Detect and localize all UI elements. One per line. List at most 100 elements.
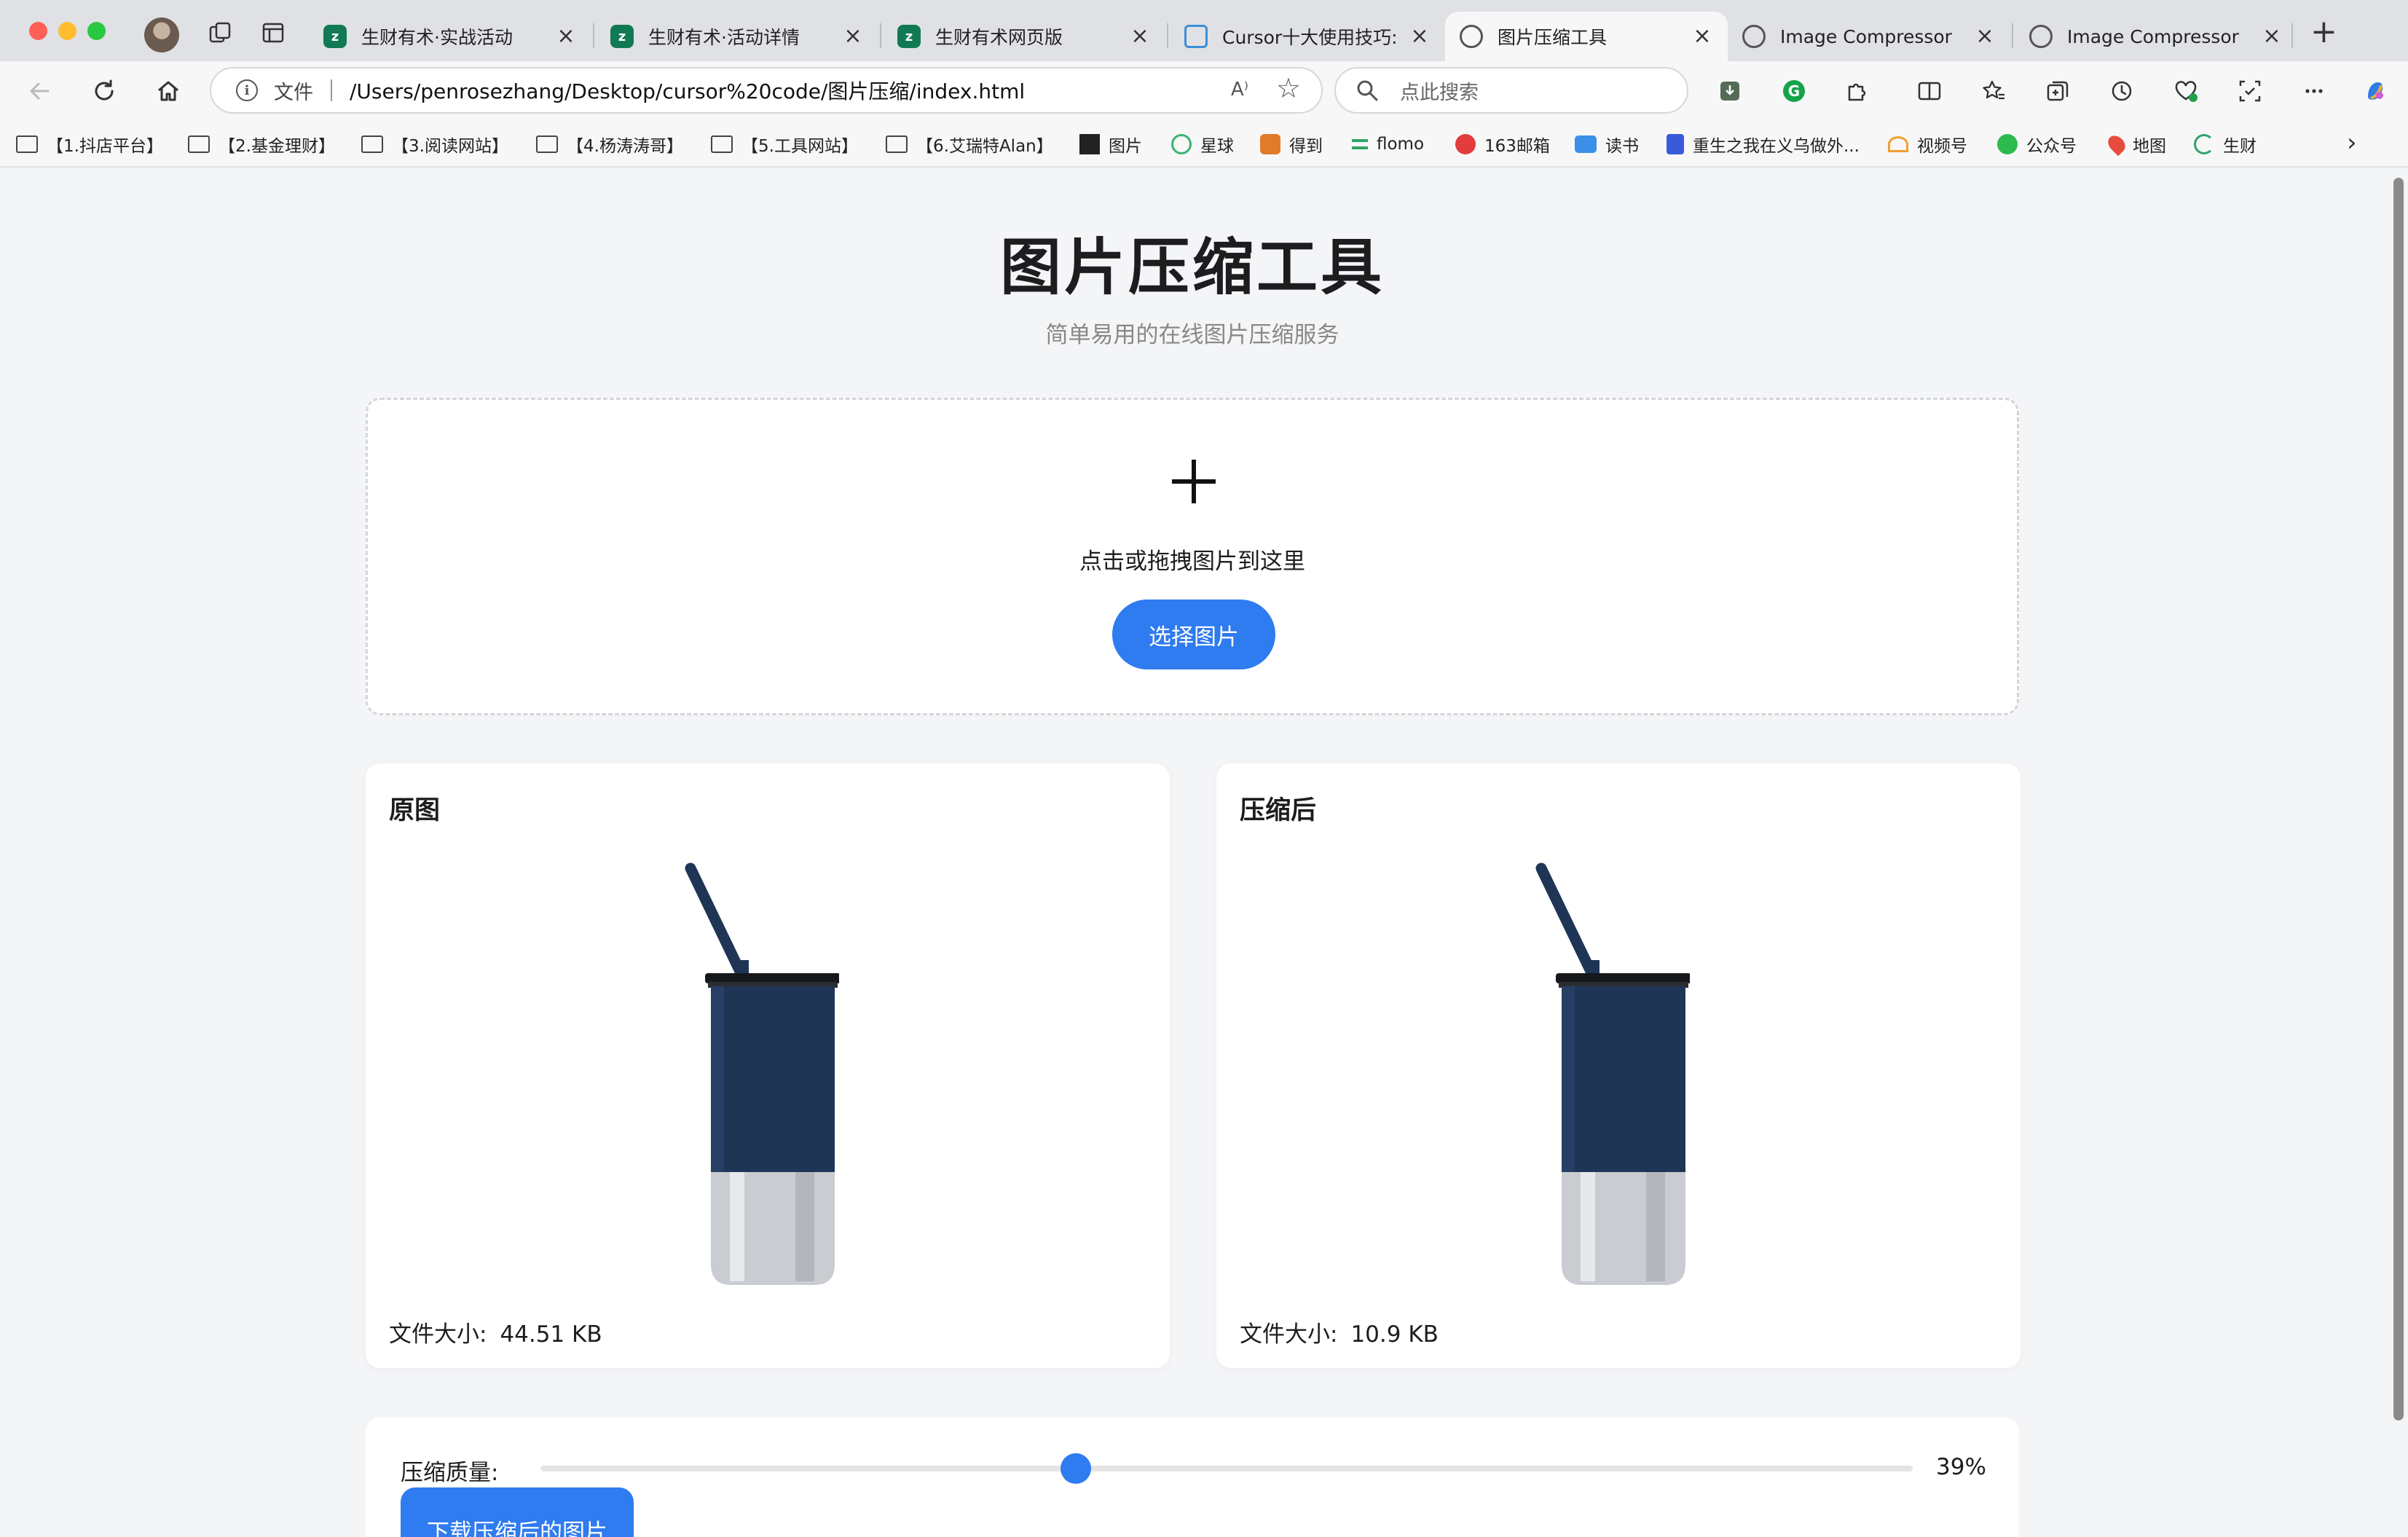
upload-dropzone[interactable]: 点击或拖拽图片到这里 选择图片 <box>366 398 2019 715</box>
bookmark-folder-2[interactable]: 【2.基金理财】 <box>188 130 335 159</box>
close-icon[interactable]: × <box>842 25 864 47</box>
read-aloud-icon[interactable]: A⁾ <box>1231 79 1248 101</box>
quality-value: 39% <box>1936 1454 1986 1480</box>
close-icon[interactable]: × <box>1129 25 1151 47</box>
bookmark-folder-4[interactable]: 【4.杨涛涛哥】 <box>536 130 683 159</box>
screenshot-icon[interactable] <box>2236 77 2264 105</box>
window-maximize-button[interactable] <box>87 22 106 40</box>
bookmark-label: 得到 <box>1289 137 1323 156</box>
bookmark-yiwu-doc[interactable]: 重生之我在义乌做外... <box>1667 130 1860 159</box>
bookmark-flomo[interactable]: flomo <box>1352 130 1424 159</box>
tumbler-photo <box>1535 862 1690 1285</box>
tab-shengcai-activity[interactable]: z 生财有术·实战活动 × <box>309 12 591 61</box>
quality-slider[interactable] <box>540 1453 1913 1484</box>
collections-icon[interactable] <box>2044 77 2071 105</box>
bookmark-wechat[interactable]: 公众号 <box>1997 130 2077 159</box>
bookmark-map[interactable]: 地图 <box>2104 130 2166 159</box>
bookmark-reading[interactable]: 读书 <box>1575 130 1639 159</box>
folder-icon <box>711 135 733 153</box>
search-icon <box>1357 80 1378 101</box>
more-menu-icon[interactable] <box>2300 77 2328 105</box>
download-compressed-button[interactable]: 下载压缩后的图片 <box>401 1487 634 1537</box>
close-icon[interactable]: × <box>555 25 577 47</box>
back-button[interactable] <box>25 76 55 106</box>
compressed-image-card: 压缩后 文件大小: 10.9 KB <box>1216 763 2021 1368</box>
tab-title: 生财有术网页版 <box>935 27 1063 48</box>
bookmark-163mail[interactable]: 163邮箱 <box>1455 130 1550 159</box>
bookmark-planet[interactable]: 星球 <box>1171 130 1234 159</box>
card-title: 压缩后 <box>1240 796 1317 825</box>
bookmark-folder-3[interactable]: 【3.阅读网站】 <box>361 130 508 159</box>
new-tab-button[interactable]: + <box>2310 16 2337 48</box>
bilibili-favicon <box>1184 25 1208 48</box>
copilot-icon[interactable] <box>2361 77 2389 105</box>
workspaces-icon[interactable] <box>208 20 233 45</box>
bookmark-label: 地图 <box>2133 137 2166 156</box>
grammarly-icon[interactable]: G <box>1780 77 1808 105</box>
favorite-star-icon[interactable]: ☆ <box>1276 74 1301 102</box>
tab-shengcai-detail[interactable]: z 生财有术·活动详情 × <box>596 12 878 61</box>
close-icon[interactable]: × <box>1409 25 1431 47</box>
bookmark-label: 【4.杨涛涛哥】 <box>567 137 683 156</box>
bookmark-folder-6[interactable]: 【6.艾瑞特Alan】 <box>886 130 1053 159</box>
tab-image-compressor-1[interactable]: Image Compressor × <box>1728 12 2010 61</box>
tab-image-compress-tool[interactable]: 图片压缩工具 × <box>1445 12 1728 61</box>
bookmark-label: 【2.基金理财】 <box>219 137 335 156</box>
history-icon[interactable] <box>2108 77 2136 105</box>
tab-title: 生财有术·实战活动 <box>361 27 513 48</box>
folder-icon <box>16 135 38 153</box>
card-title: 原图 <box>389 796 441 825</box>
favorites-icon[interactable] <box>1980 77 2007 105</box>
home-button[interactable] <box>153 76 184 106</box>
bookmark-label: 生财 <box>2223 137 2256 156</box>
doc-icon <box>1667 134 1684 154</box>
health-heart-icon[interactable] <box>2172 77 2200 105</box>
bookmark-folder-5[interactable]: 【5.工具网站】 <box>711 130 858 159</box>
tab-title: 图片压缩工具 <box>1498 27 1608 48</box>
scrollbar-thumb[interactable] <box>2393 178 2404 1420</box>
bookmark-dedao[interactable]: 得到 <box>1260 130 1323 159</box>
bookmark-label: 星球 <box>1200 137 1234 156</box>
bookmark-label: 图片 <box>1109 137 1142 156</box>
bookmark-label: flomo <box>1377 135 1425 154</box>
tab-shengcai-web[interactable]: z 生财有术网页版 × <box>883 12 1165 61</box>
tab-image-compressor-2[interactable]: Image Compressor × <box>2015 12 2297 61</box>
quality-slider-thumb[interactable] <box>1060 1453 1091 1484</box>
reload-button[interactable] <box>89 76 119 106</box>
tab-title: Image Compressor <box>1780 25 1952 47</box>
bookmark-channels[interactable]: 视频号 <box>1888 130 1967 159</box>
address-bar[interactable]: i 文件 /Users/penrosezhang/Desktop/cursor%… <box>210 67 1323 114</box>
bookmark-images[interactable]: 图片 <box>1079 130 1142 159</box>
window-close-button[interactable] <box>29 22 47 40</box>
shengcai-favicon: z <box>897 25 921 48</box>
search-box[interactable]: 点此搜索 <box>1334 67 1688 114</box>
split-screen-icon[interactable] <box>1916 77 1943 105</box>
bookmark-label: 【3.阅读网站】 <box>392 137 508 156</box>
info-icon[interactable]: i <box>236 79 258 101</box>
vertical-tabs-icon[interactable] <box>261 20 286 45</box>
chevron-right-icon[interactable]: › <box>2347 128 2357 157</box>
tab-title: 生财有术·活动详情 <box>648 27 800 48</box>
bookmark-shengcai[interactable]: 生财 <box>2194 130 2256 159</box>
extensions-icon[interactable] <box>1843 77 1870 105</box>
channels-icon <box>1888 136 1908 152</box>
address-url[interactable]: /Users/penrosezhang/Desktop/cursor%20cod… <box>350 76 1025 105</box>
file-size-value: 10.9 KB <box>1350 1321 1439 1348</box>
tumbler-photo <box>685 862 839 1285</box>
file-size-label: 文件大小: <box>1240 1321 1338 1348</box>
tab-cursor-tips[interactable]: Cursor十大使用技巧: 免 × <box>1170 12 1445 61</box>
tab-title: Image Compressor <box>2067 25 2239 47</box>
page-subtitle: 简单易用的在线图片压缩服务 <box>1045 322 1339 348</box>
download-ext-icon[interactable] <box>1716 77 1744 105</box>
bookmark-folder-1[interactable]: 【1.抖店平台】 <box>16 130 163 159</box>
reload-icon <box>95 79 114 101</box>
close-icon[interactable]: × <box>1691 25 1713 47</box>
profile-avatar[interactable] <box>144 17 179 52</box>
select-image-button[interactable]: 选择图片 <box>1112 600 1275 669</box>
globe-icon <box>2029 25 2053 48</box>
close-icon[interactable]: × <box>2261 25 2283 47</box>
close-icon[interactable]: × <box>1974 25 1996 47</box>
book-icon <box>1575 135 1597 153</box>
window-minimize-button[interactable] <box>58 22 76 40</box>
shengcai-favicon: z <box>323 25 347 48</box>
